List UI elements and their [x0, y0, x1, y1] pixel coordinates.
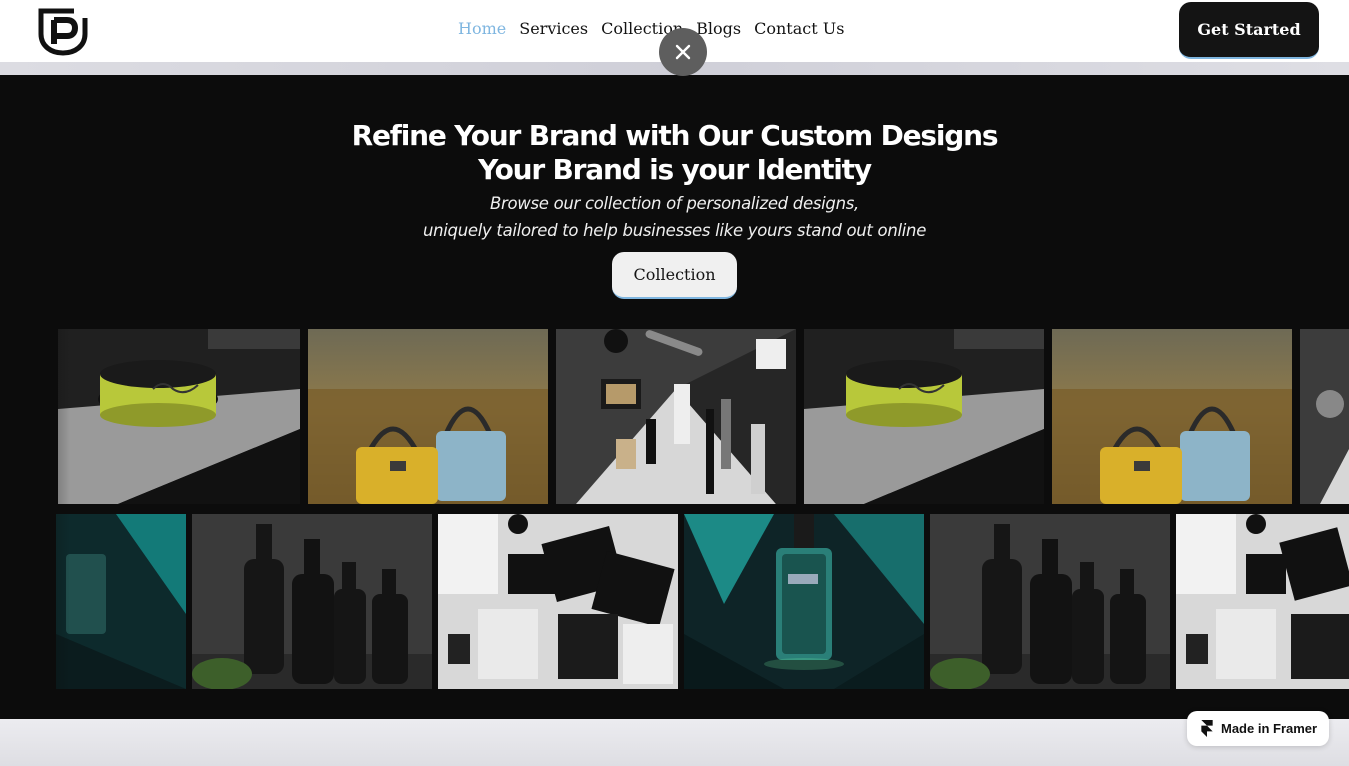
nav-contact-us[interactable]: Contact Us — [754, 19, 844, 38]
nav-home[interactable]: Home — [458, 19, 506, 38]
brand-logo-icon[interactable] — [38, 8, 88, 56]
get-started-button[interactable]: Get Started — [1179, 2, 1319, 59]
made-in-framer-badge[interactable]: Made in Framer — [1187, 711, 1329, 746]
main-nav: Home Services Collection Blogs Contact U… — [458, 19, 844, 38]
black-bottles-image — [192, 514, 432, 689]
black-bottles-image — [930, 514, 1170, 689]
next-section — [0, 719, 1349, 766]
cosmetics-flatlay-image — [1300, 329, 1349, 504]
hero-title-line1: Refine Your Brand with Our Custom Design… — [351, 119, 999, 152]
close-icon — [675, 44, 691, 60]
apparel-flatlay-image — [1176, 514, 1349, 689]
hero-subtitle-line2: uniquely tailored to help businesses lik… — [422, 221, 927, 240]
nav-services[interactable]: Services — [519, 19, 588, 38]
nav-blogs[interactable]: Blogs — [696, 19, 741, 38]
framer-icon — [1201, 720, 1213, 737]
perfume-bottle-image — [684, 514, 924, 689]
hero-title-line2: Your Brand is your Identity — [478, 153, 872, 186]
green-jar-image — [804, 329, 1044, 504]
apparel-flatlay-image — [438, 514, 678, 689]
hero-section: Refine Your Brand with Our Custom Design… — [0, 75, 1349, 719]
handbag-field-image — [1052, 329, 1292, 504]
framer-badge-label: Made in Framer — [1221, 721, 1318, 736]
green-jar-image — [58, 329, 300, 504]
close-button[interactable] — [659, 28, 707, 76]
perfume-bottle-image — [56, 514, 186, 689]
cosmetics-flatlay-image — [556, 329, 796, 504]
collection-button[interactable]: Collection — [612, 252, 737, 299]
handbag-field-image — [308, 329, 548, 504]
hero-subtitle-line1: Browse our collection of personalized de… — [490, 194, 859, 213]
